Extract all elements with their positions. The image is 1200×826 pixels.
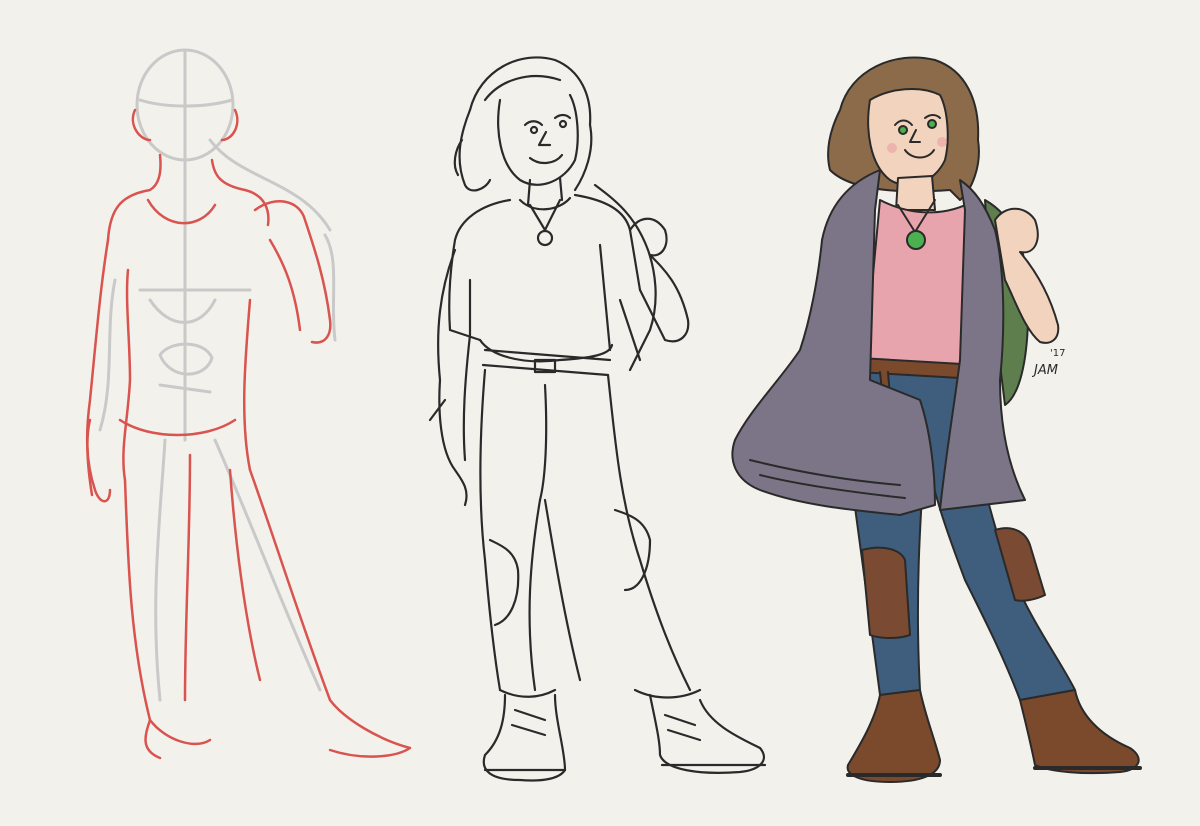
boot-right xyxy=(1019,689,1140,775)
colored-figure xyxy=(731,56,1142,783)
lineart-figure xyxy=(428,56,767,782)
knee-patch-left xyxy=(861,546,911,639)
guide-lines xyxy=(98,48,337,702)
artwork-canvas: '17 JAM xyxy=(0,0,1200,826)
red-contour-lines xyxy=(85,108,412,760)
svg-text:JAM: JAM xyxy=(1032,363,1058,378)
construction-sketch xyxy=(85,48,412,760)
pendant xyxy=(906,230,926,250)
svg-text:'17: '17 xyxy=(1050,348,1065,359)
character-turnaround-illustration xyxy=(85,48,1142,783)
boot-left xyxy=(846,689,941,783)
artist-signature: '17 JAM xyxy=(1032,348,1065,378)
